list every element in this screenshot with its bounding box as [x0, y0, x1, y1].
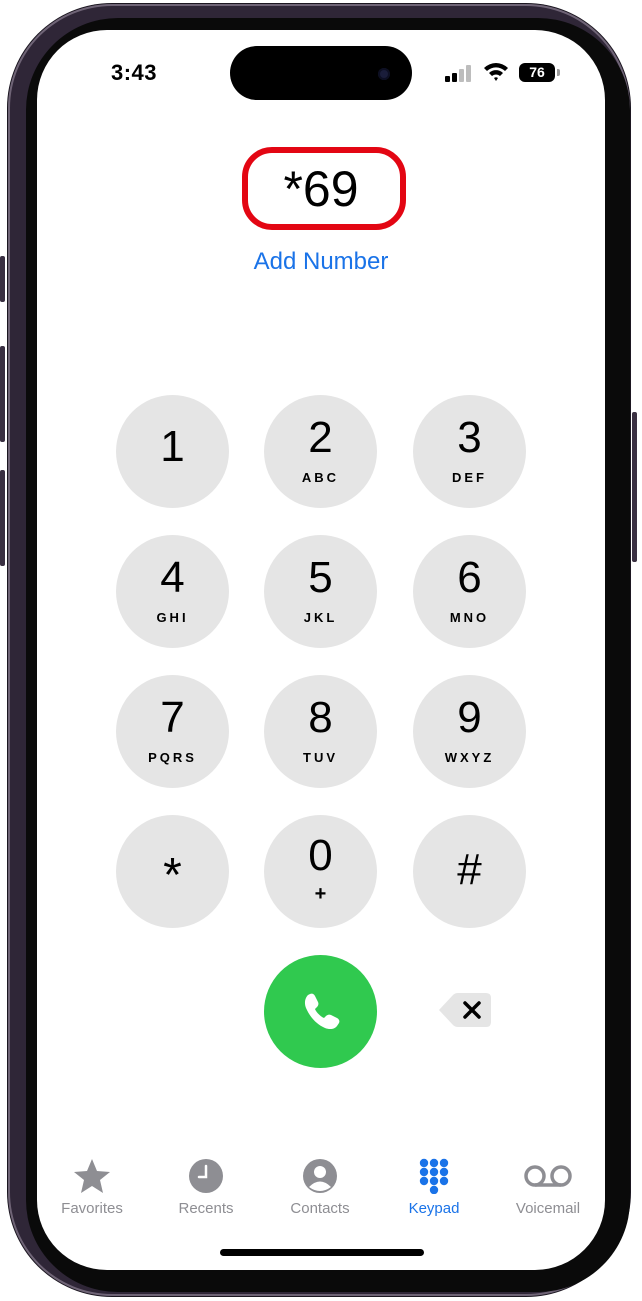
key-5[interactable]: 5 JKL	[264, 535, 377, 648]
key-0[interactable]: 0 +	[264, 815, 377, 928]
key-8[interactable]: 8 TUV	[264, 675, 377, 788]
clock-icon	[189, 1159, 223, 1193]
tab-label: Recents	[178, 1200, 234, 1217]
tab-recents[interactable]: Recents	[151, 1158, 261, 1217]
tab-favorites[interactable]: Favorites	[37, 1158, 147, 1217]
key-letters: GHI	[156, 610, 189, 625]
key-letters: JKL	[303, 610, 338, 625]
tab-contacts[interactable]: Contacts	[265, 1158, 375, 1217]
action-button	[0, 256, 5, 302]
tab-label: Favorites	[61, 1200, 123, 1217]
key-digit: 4	[160, 553, 185, 602]
key-digit: #	[457, 845, 482, 894]
keypad-grid-icon	[419, 1158, 449, 1195]
tab-voicemail[interactable]: Voicemail	[493, 1158, 603, 1217]
person-icon	[303, 1159, 337, 1193]
key-digit: 2	[308, 413, 333, 462]
wifi-icon	[484, 63, 508, 81]
key-9[interactable]: 9 WXYZ	[413, 675, 526, 788]
key-digit: 0	[308, 831, 333, 880]
key-letters: PQRS	[148, 750, 197, 765]
voicemail-icon	[524, 1165, 572, 1187]
tab-label: Voicemail	[515, 1200, 581, 1217]
volume-up-button	[0, 346, 5, 442]
battery-icon: 76	[519, 63, 555, 82]
tab-keypad[interactable]: Keypad	[379, 1158, 489, 1217]
key-star[interactable]: *	[116, 815, 229, 928]
phone-screen: 3:43 76 * 6 9 Add Number 1 2 ABC 3 DEF 4 G…	[37, 30, 605, 1270]
key-digit: 9	[457, 693, 482, 742]
key-7[interactable]: 7 PQRS	[116, 675, 229, 788]
key-letters: WXYZ	[444, 750, 495, 765]
camera-icon	[378, 68, 390, 80]
key-letters: DEF	[452, 470, 487, 485]
dynamic-island	[230, 46, 412, 100]
volume-down-button	[0, 470, 5, 566]
key-3[interactable]: 3 DEF	[413, 395, 526, 508]
key-letters: MNO	[449, 610, 490, 625]
key-digit: 1	[160, 422, 185, 471]
add-number-link[interactable]: Add Number	[37, 248, 605, 276]
highlight-circle	[242, 147, 406, 230]
delete-backspace-icon[interactable]	[439, 993, 491, 1027]
key-1[interactable]: 1	[116, 395, 229, 508]
tab-label: Keypad	[408, 1200, 460, 1217]
key-4[interactable]: 4 GHI	[116, 535, 229, 648]
key-digit: *	[163, 849, 182, 902]
call-button[interactable]	[264, 955, 377, 1068]
key-letters: ABC	[301, 470, 340, 485]
key-plus: +	[314, 883, 327, 905]
home-indicator[interactable]	[220, 1249, 424, 1256]
status-time: 3:43	[111, 60, 158, 85]
key-digit: 3	[457, 413, 482, 462]
cellular-signal-icon	[445, 64, 475, 82]
tab-label: Contacts	[290, 1200, 350, 1217]
key-digit: 5	[308, 553, 333, 602]
key-digit: 8	[308, 693, 333, 742]
key-hash[interactable]: #	[413, 815, 526, 928]
phone-icon	[304, 993, 340, 1030]
key-letters: TUV	[303, 750, 338, 765]
key-2[interactable]: 2 ABC	[264, 395, 377, 508]
battery-tip	[557, 69, 560, 76]
key-digit: 6	[457, 553, 482, 602]
power-button	[632, 412, 637, 562]
key-digit: 7	[160, 693, 185, 742]
star-icon	[74, 1159, 110, 1193]
key-6[interactable]: 6 MNO	[413, 535, 526, 648]
